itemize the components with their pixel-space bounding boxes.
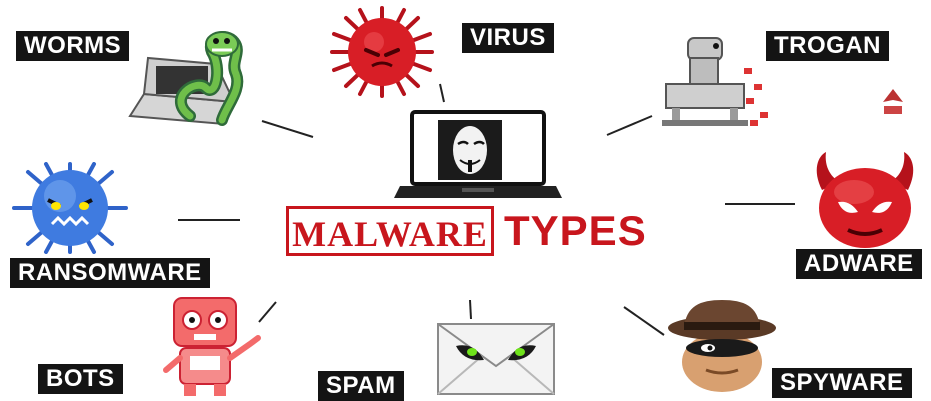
- label-trojan: TROGAN: [766, 31, 889, 61]
- title-malware: MALWARE: [286, 206, 494, 256]
- virus-icon: [330, 6, 434, 98]
- label-bots: BOTS: [38, 364, 123, 394]
- connector-trojan: [606, 115, 653, 136]
- connector-virus: [439, 83, 445, 103]
- bot-robot-icon: [163, 297, 261, 396]
- malware-diagram: MALWARE TYPES WORMS VIRUS TROGAN RANSOMW…: [0, 0, 931, 401]
- spam-envelope-icon: [437, 323, 555, 395]
- label-worms: WORMS: [16, 31, 130, 61]
- worm-laptop-icon: [128, 31, 244, 126]
- adware-devil-icon: [816, 152, 914, 248]
- label-ransomware: RANSOMWARE: [10, 258, 210, 288]
- watermark-icon: [883, 89, 903, 114]
- label-virus: VIRUS: [462, 23, 554, 53]
- title-types: TYPES: [504, 207, 647, 254]
- ransomware-monster-icon: [12, 162, 128, 254]
- connector-worms: [261, 120, 314, 138]
- hacker-laptop-icon: [394, 110, 562, 198]
- trojan-horse-icon: [662, 37, 768, 126]
- spyware-spy-icon: [668, 300, 776, 392]
- connector-spyware: [623, 306, 665, 336]
- label-adware: ADWARE: [796, 249, 922, 279]
- label-spam: SPAM: [318, 371, 404, 401]
- label-spyware: SPYWARE: [772, 368, 912, 398]
